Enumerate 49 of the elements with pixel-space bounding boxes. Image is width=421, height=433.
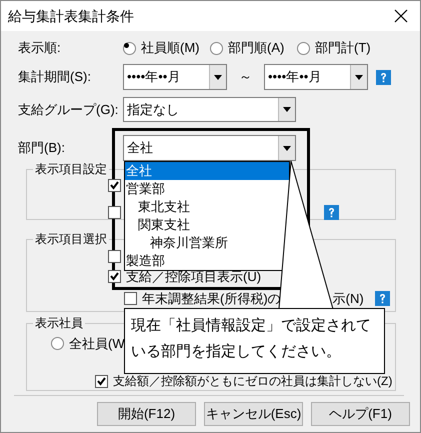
- combo-value: ••••年••月: [126, 68, 182, 86]
- combo-value: ••••年••月: [267, 68, 322, 86]
- group-title: 表示社員: [34, 316, 84, 330]
- period-from-combo[interactable]: ••••年••月: [123, 64, 227, 90]
- checkbox-label: 年末調整結果(所得税)の: [142, 290, 281, 308]
- window-title: 給与集計表集計条件: [8, 6, 134, 26]
- checkbox[interactable]: [108, 250, 121, 263]
- radio-button[interactable]: [210, 42, 223, 54]
- help-icon[interactable]: [324, 204, 339, 220]
- checkbox[interactable]: [108, 178, 121, 192]
- field-label: 表示順:: [18, 39, 62, 58]
- payment-group-combo[interactable]: 指定なし: [123, 97, 296, 122]
- radio-label: 全社員(W: [69, 334, 125, 353]
- radio-label: 部門順(A): [228, 39, 284, 58]
- checkbox[interactable]: [108, 206, 121, 218]
- group-title: 表示項目設定: [34, 162, 108, 176]
- checkbox[interactable]: [95, 374, 108, 388]
- dropdown-item[interactable]: 東北支社: [125, 198, 192, 216]
- checkbox-label: 示(N): [332, 290, 364, 308]
- help-icon[interactable]: [374, 291, 390, 306]
- range-separator: ～: [238, 68, 253, 86]
- combo-value: 全社: [126, 139, 154, 158]
- field-label: 支給グループ(G):: [18, 100, 120, 119]
- checkbox[interactable]: [124, 292, 137, 305]
- radio-label: 部門計(T): [315, 39, 371, 58]
- dropdown-item[interactable]: 全社: [125, 162, 289, 180]
- checkbox[interactable]: [108, 270, 121, 283]
- department-combo[interactable]: 全社: [123, 135, 296, 161]
- dialog-button[interactable]: キャンセル(Esc): [204, 402, 303, 426]
- radio-button[interactable]: [123, 42, 136, 54]
- dialog-button[interactable]: 開始(F12): [97, 402, 196, 426]
- field-label: 集計期間(S):: [18, 68, 92, 86]
- dropdown-item[interactable]: 製造部: [125, 252, 167, 270]
- group-title: 表示項目選択: [34, 232, 108, 246]
- radio-button[interactable]: [51, 337, 64, 350]
- dropdown-item[interactable]: 神奈川営業所: [125, 234, 230, 252]
- checkbox-label: 支給／控除項目表示(U): [126, 268, 262, 286]
- help-icon[interactable]: [376, 70, 391, 84]
- combo-value: 指定なし: [126, 100, 180, 119]
- radio-label: 社員順(M): [141, 39, 200, 58]
- field-label: 部門(B):: [18, 139, 66, 158]
- checkbox-label: 支給額／控除額がともにゼロの社員は集計しない(Z): [113, 373, 392, 390]
- dialog-button[interactable]: ヘルプ(F1): [311, 402, 410, 426]
- period-to-combo[interactable]: ••••年••月: [264, 64, 368, 90]
- callout-text: 現在「社員情報設定」で設定されている部門を指定してください。: [131, 316, 372, 362]
- dropdown-item[interactable]: 関東支社: [125, 216, 192, 234]
- radio-button[interactable]: [297, 42, 310, 54]
- close-icon[interactable]: [394, 9, 408, 23]
- dropdown-item[interactable]: 営業部: [125, 180, 167, 198]
